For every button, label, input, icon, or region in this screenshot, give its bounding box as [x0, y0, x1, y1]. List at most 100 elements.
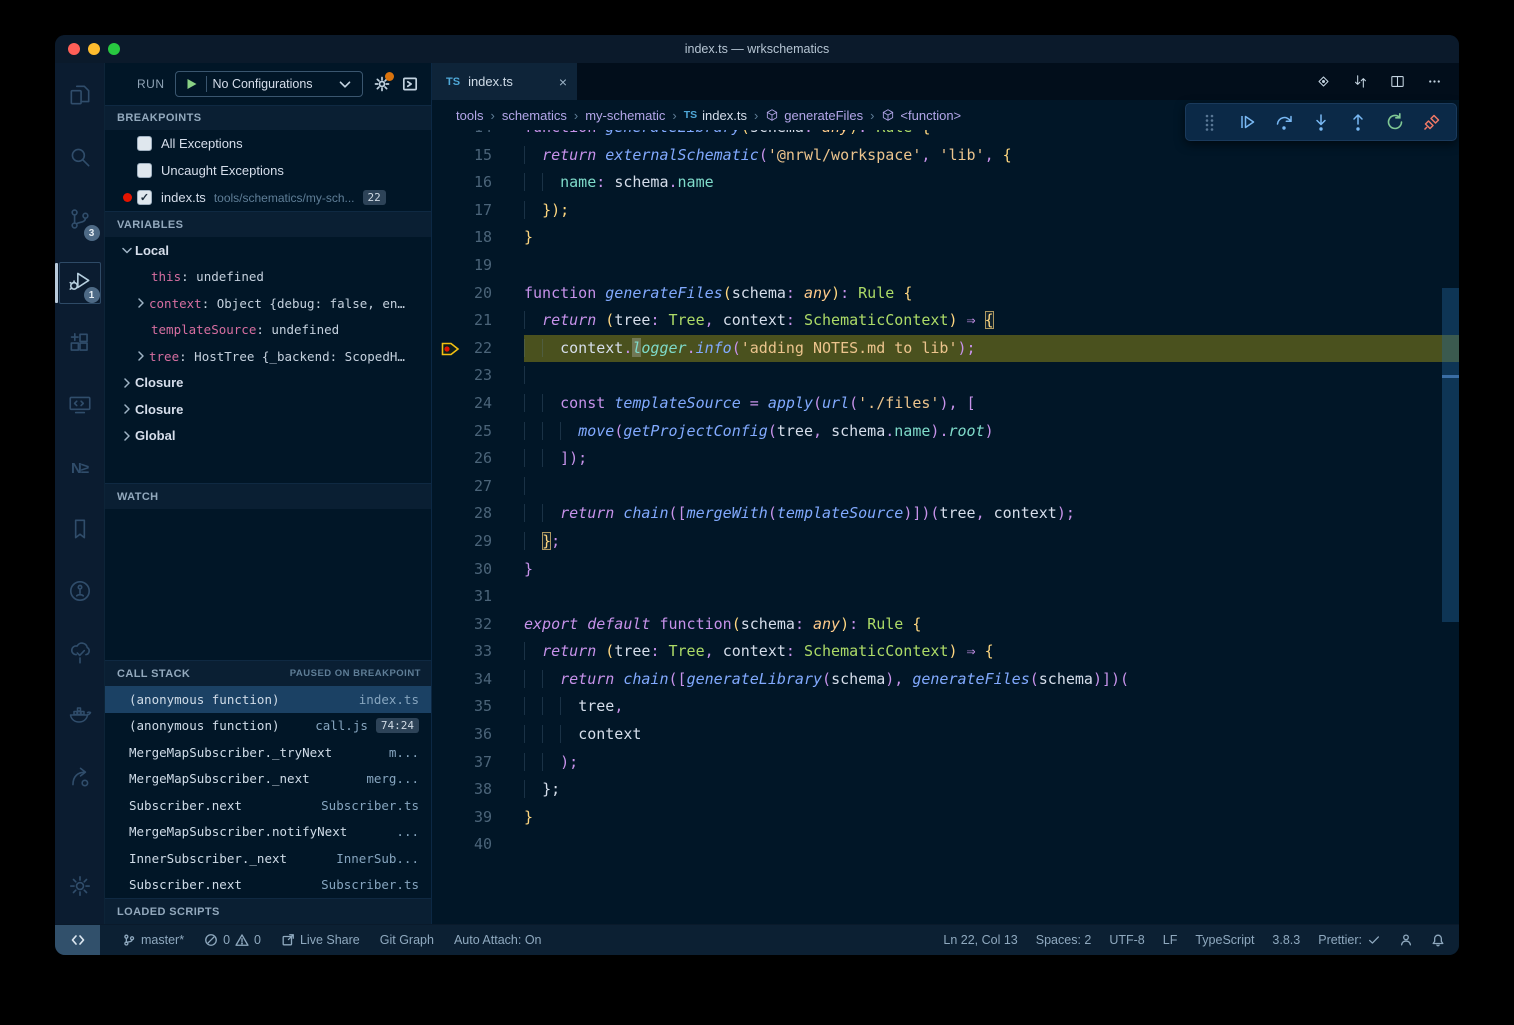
line-number-gutter[interactable]: 19 — [432, 252, 510, 280]
code-line[interactable]: 28 return chain([mergeWith(templateSourc… — [432, 500, 1459, 528]
call-stack-frame[interactable]: InnerSubscriber._nextInnerSub... — [105, 845, 431, 872]
code-line[interactable]: 31 — [432, 583, 1459, 611]
call-stack-frame[interactable]: Subscriber.nextSubscriber.ts — [105, 872, 431, 899]
breadcrumb-item[interactable]: tools — [456, 108, 483, 123]
line-number-gutter[interactable]: 17 — [432, 197, 510, 225]
status-auto-attach-on[interactable]: Auto Attach: On — [454, 933, 542, 947]
code-line[interactable]: 32export default function(schema: any): … — [432, 611, 1459, 639]
activity-docker[interactable] — [57, 691, 103, 743]
open-debug-console-button[interactable] — [401, 75, 419, 93]
breadcrumb-item[interactable]: <function> — [881, 108, 961, 123]
activity-extensions[interactable] — [57, 319, 103, 371]
close-tab-icon[interactable]: × — [559, 74, 567, 90]
step-out-button[interactable] — [1348, 112, 1368, 132]
section-loaded-scripts[interactable]: LOADED SCRIPTS — [105, 898, 431, 924]
status-lf[interactable]: LF — [1163, 933, 1178, 947]
section-watch[interactable]: WATCH — [105, 483, 431, 509]
line-number-gutter[interactable]: 16 — [432, 169, 510, 197]
breadcrumb-item[interactable]: generateFiles — [765, 108, 863, 123]
line-number-gutter[interactable]: 30 — [432, 556, 510, 584]
code-line[interactable]: 35 tree, — [432, 693, 1459, 721]
line-number-gutter[interactable]: 20 — [432, 280, 510, 308]
activity-bookmarks[interactable] — [57, 505, 103, 557]
breakpoint-checkbox[interactable]: ✓ — [137, 190, 152, 205]
status-0[interactable]: 00 — [204, 933, 261, 947]
more-actions-button[interactable] — [1426, 73, 1443, 90]
breakpoint-item[interactable]: All Exceptions — [105, 130, 431, 157]
breakpoint-checkbox[interactable] — [137, 136, 152, 151]
line-number-gutter[interactable]: 34 — [432, 666, 510, 694]
split-editor-button[interactable] — [1389, 73, 1406, 90]
status-utf-8[interactable]: UTF-8 — [1109, 933, 1144, 947]
call-stack-frame[interactable]: (anonymous function)index.ts — [105, 686, 431, 713]
section-call-stack[interactable]: CALL STACKPAUSED ON BREAKPOINT — [105, 660, 431, 686]
activity-git-history[interactable] — [57, 567, 103, 619]
line-number-gutter[interactable]: 36 — [432, 721, 510, 749]
line-number-gutter[interactable]: 39 — [432, 804, 510, 832]
status-3-8-3[interactable]: 3.8.3 — [1272, 933, 1300, 947]
line-number-gutter[interactable]: 31 — [432, 583, 510, 611]
code-line[interactable]: 18} — [432, 224, 1459, 252]
line-number-gutter[interactable]: 28 — [432, 500, 510, 528]
code-line[interactable]: 16 name: schema.name — [432, 169, 1459, 197]
code-line[interactable]: 36 context — [432, 721, 1459, 749]
line-number-gutter[interactable]: 27 — [432, 473, 510, 501]
line-number-gutter[interactable]: 21 — [432, 307, 510, 335]
variable-row[interactable]: this: undefined — [105, 264, 431, 291]
step-into-button[interactable] — [1311, 112, 1331, 132]
variable-scope-row[interactable]: Closure — [105, 370, 431, 397]
code-line[interactable]: 17 }); — [432, 197, 1459, 225]
status-live-share[interactable]: Live Share — [281, 933, 360, 947]
disconnect-button[interactable] — [1422, 112, 1442, 132]
status-git-graph[interactable]: Git Graph — [380, 933, 434, 947]
continue-button[interactable] — [1237, 112, 1257, 132]
code-line[interactable]: 33 return (tree: Tree, context: Schemati… — [432, 638, 1459, 666]
section-variables[interactable]: VARIABLES — [105, 211, 431, 237]
step-over-button[interactable] — [1274, 112, 1294, 132]
line-number-gutter[interactable]: 23 — [432, 362, 510, 390]
activity-testing[interactable] — [57, 629, 103, 681]
switch-editors-button[interactable] — [1352, 73, 1369, 90]
variable-row[interactable]: context: Object {debug: false, en… — [105, 290, 431, 317]
code-line[interactable]: 15 return externalSchematic('@nrwl/works… — [432, 142, 1459, 170]
call-stack-frame[interactable]: MergeMapSubscriber._tryNextm... — [105, 739, 431, 766]
code-line[interactable]: 20function generateFiles(schema: any): R… — [432, 280, 1459, 308]
variable-row[interactable]: tree: HostTree {_backend: ScopedH… — [105, 343, 431, 370]
launch-configuration-dropdown[interactable]: No Configurations — [175, 71, 364, 97]
line-number-gutter[interactable]: 29 — [432, 528, 510, 556]
status-bell[interactable] — [1431, 933, 1445, 947]
variable-scope-row[interactable]: Global — [105, 423, 431, 450]
code-line[interactable]: 27 — [432, 473, 1459, 501]
activity-source-control[interactable]: 3 — [57, 195, 103, 247]
call-stack-frame[interactable]: Subscriber.nextSubscriber.ts — [105, 792, 431, 819]
line-number-gutter[interactable]: 15 — [432, 142, 510, 170]
line-number-gutter[interactable]: 32 — [432, 611, 510, 639]
breadcrumb-item[interactable]: schematics — [502, 108, 567, 123]
call-stack-frame[interactable]: MergeMapSubscriber._nextmerg... — [105, 766, 431, 793]
line-number-gutter[interactable]: 33 — [432, 638, 510, 666]
restart-button[interactable] — [1385, 112, 1405, 132]
code-line[interactable]: 19 — [432, 252, 1459, 280]
line-number-gutter[interactable]: 26 — [432, 445, 510, 473]
code-line[interactable]: 21 return (tree: Tree, context: Schemati… — [432, 307, 1459, 335]
status-spaces-2[interactable]: Spaces: 2 — [1036, 933, 1092, 947]
code-line[interactable]: 30} — [432, 556, 1459, 584]
activity-nx-console[interactable]: N≥ — [57, 443, 103, 495]
line-number-gutter[interactable]: 18 — [432, 224, 510, 252]
activity-settings[interactable] — [57, 862, 103, 914]
breakpoint-item[interactable]: ✓index.tstools/schematics/my-sch...22 — [105, 184, 431, 211]
variable-scope-row[interactable]: Closure — [105, 396, 431, 423]
code-line[interactable]: 23 — [432, 362, 1459, 390]
code-line[interactable]: 38 }; — [432, 776, 1459, 804]
code-line[interactable]: 37 ); — [432, 749, 1459, 777]
code-line[interactable]: 39} — [432, 804, 1459, 832]
status-master[interactable]: master* — [122, 933, 184, 947]
activity-search[interactable] — [57, 133, 103, 185]
code-line[interactable]: 24 const templateSource = apply(url('./f… — [432, 390, 1459, 418]
section-breakpoints[interactable]: BREAKPOINTS — [105, 105, 431, 130]
line-number-gutter[interactable]: 40 — [432, 831, 510, 859]
debug-settings-gear-button[interactable] — [373, 75, 391, 93]
call-stack-frame[interactable]: (anonymous function)call.js74:24 — [105, 713, 431, 740]
line-number-gutter[interactable]: 25 — [432, 418, 510, 446]
activity-project-manager[interactable] — [57, 753, 103, 805]
